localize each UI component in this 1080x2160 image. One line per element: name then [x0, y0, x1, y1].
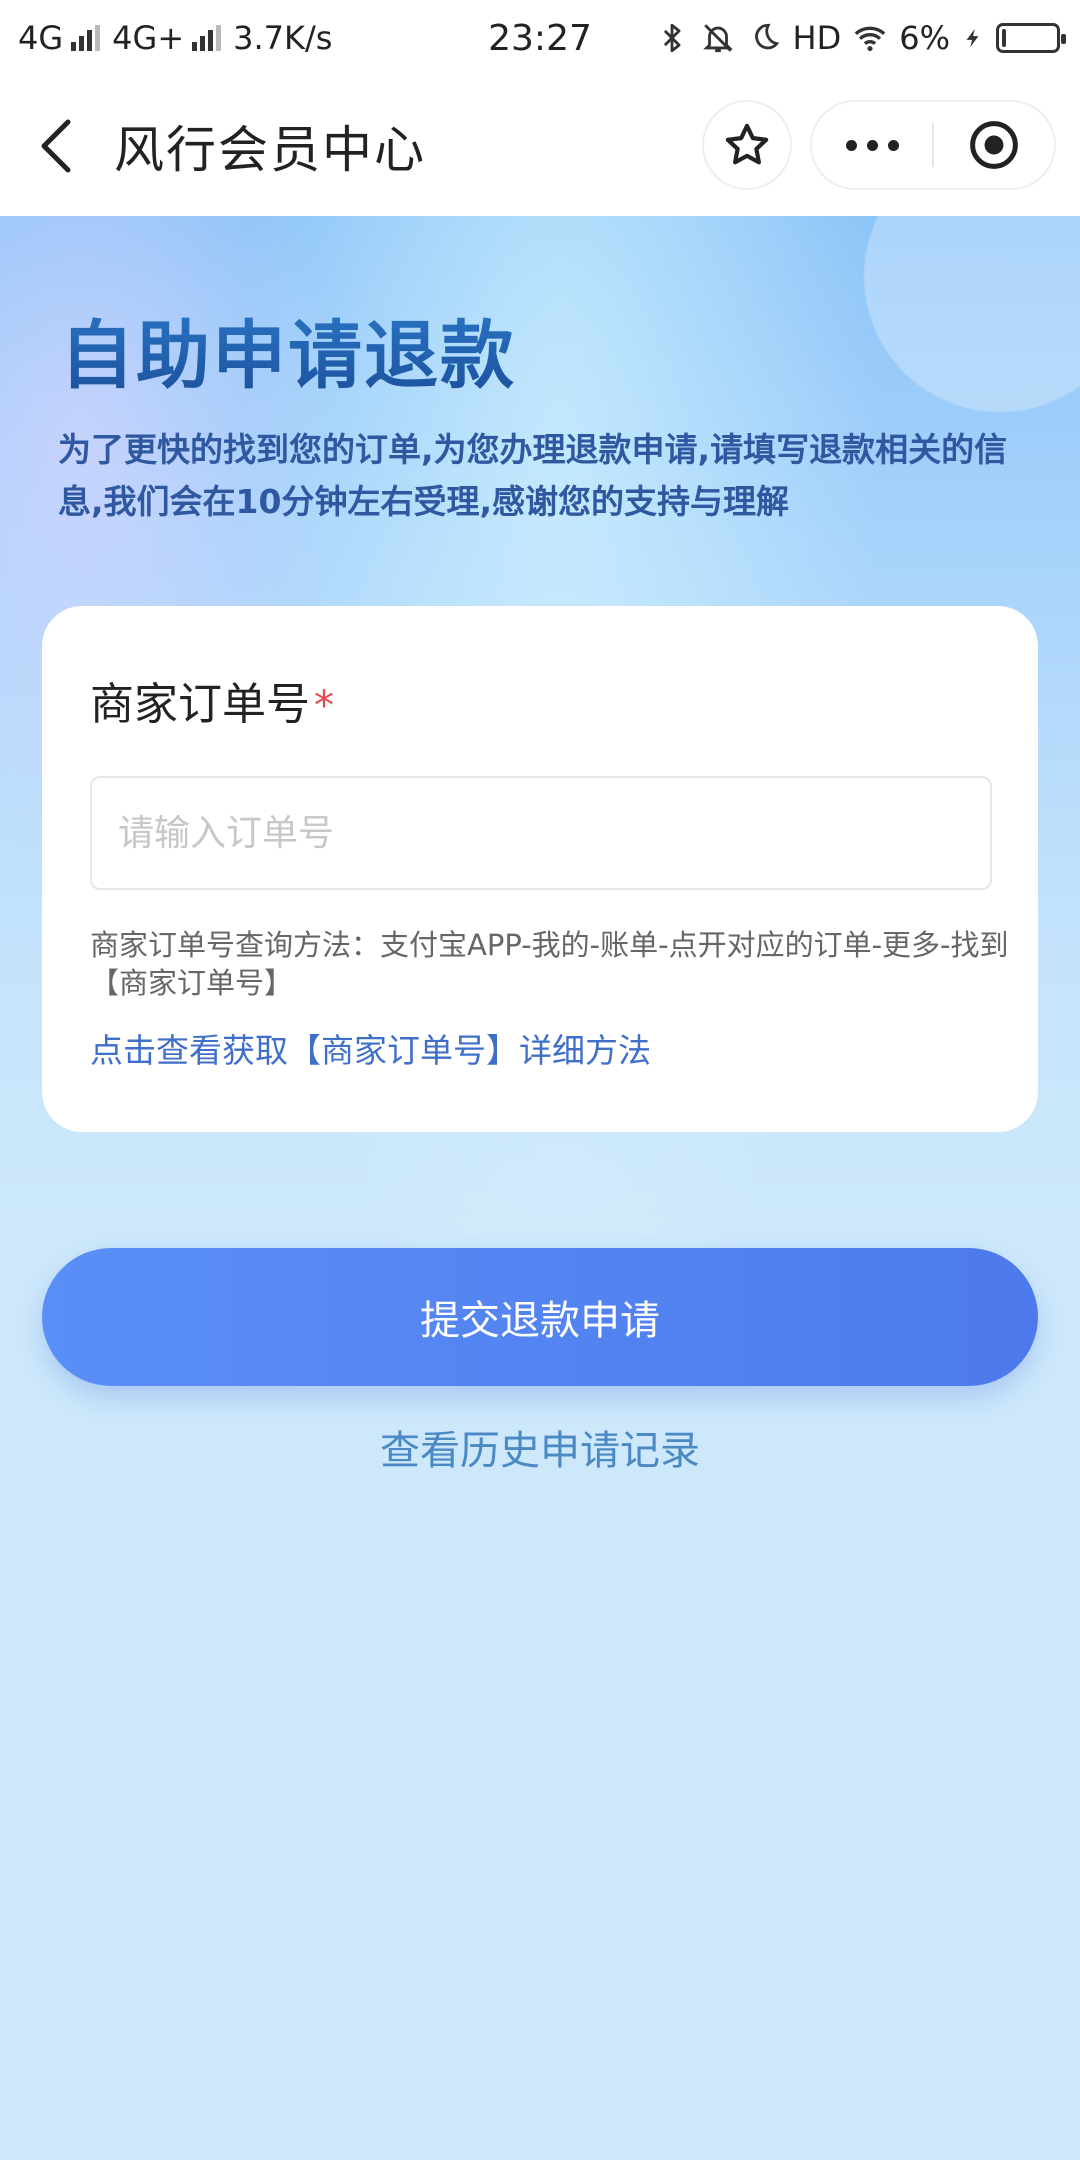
favorite-button[interactable] — [702, 100, 792, 190]
battery-icon — [996, 23, 1066, 53]
network-speed: 3.7K/s — [233, 19, 333, 57]
more-dot — [845, 139, 857, 151]
signal-icon — [192, 25, 222, 51]
network-2-label: 4G+ — [112, 19, 185, 57]
more-button[interactable] — [812, 102, 932, 188]
nav-bar: 风行会员中心 — [0, 76, 1080, 216]
back-arrow-icon[interactable] — [36, 116, 76, 176]
charging-icon — [966, 28, 979, 48]
view-history-link[interactable]: 查看历史申请记录 — [0, 1418, 1080, 1476]
order-number-label: 商家订单号 * — [90, 668, 334, 732]
page-title: 自助申请退款 — [60, 296, 516, 403]
mini-program-capsule — [810, 100, 1056, 190]
order-number-input[interactable] — [90, 776, 992, 890]
network-1-label: 4G — [18, 19, 64, 57]
bluetooth-icon — [663, 23, 681, 53]
signal-icon — [71, 25, 101, 51]
nav-title: 风行会员中心 — [114, 121, 426, 179]
moon-icon — [754, 23, 779, 50]
order-form-card: 商家订单号* 商家订单号查询方法：支付宝APP-我的-账单-点开对应的订单-更多… — [42, 606, 1038, 1132]
network-2: 4G+ — [112, 19, 222, 57]
hd-indicator: HD — [792, 19, 842, 57]
more-dot — [866, 139, 878, 151]
mute-bell-icon — [702, 24, 733, 53]
required-mark: * — [314, 683, 334, 729]
close-button[interactable] — [934, 102, 1054, 188]
star-icon — [725, 123, 769, 165]
order-number-help-link[interactable]: 点击查看获取【商家订单号】详细方法 — [90, 1024, 651, 1072]
wifi-icon — [854, 26, 886, 52]
network-1: 4G — [18, 19, 101, 57]
hero-section: 自助申请退款 为了更快的找到您的订单,为您办理退款申请,请填写退款相关的信息,我… — [0, 216, 1080, 2160]
status-bar: 4G 4G+ 3.7K/s 23:27 HD 6% — [0, 0, 1080, 76]
order-number-hint: 商家订单号查询方法：支付宝APP-我的-账单-点开对应的订单-更多-找到【商家订… — [90, 928, 1009, 1000]
page-description: 为了更快的找到您的订单,为您办理退款申请,请填写退款相关的信息,我们会在10分钟… — [58, 430, 1008, 521]
more-dot — [887, 139, 899, 151]
target-close-icon — [970, 121, 1018, 169]
order-number-label-text: 商家订单号 — [90, 679, 310, 730]
submit-refund-button[interactable]: 提交退款申请 — [42, 1248, 1038, 1386]
battery-percent: 6% — [899, 19, 950, 57]
